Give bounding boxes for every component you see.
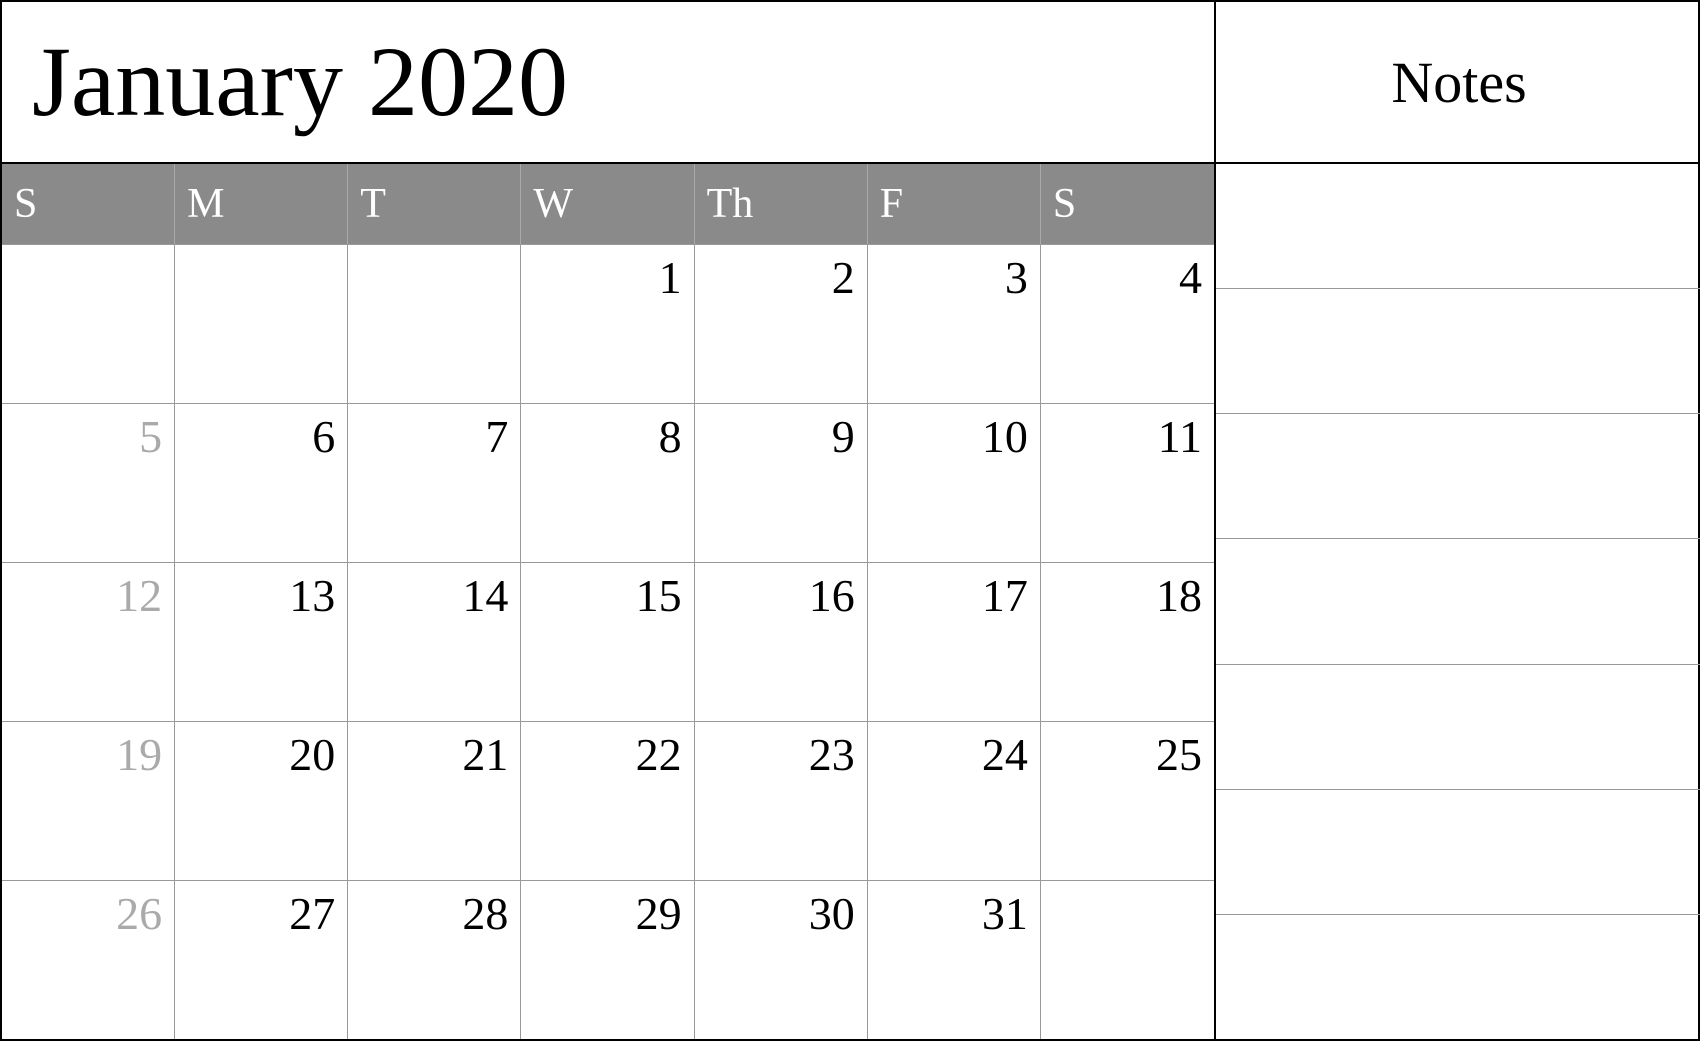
calendar-week-3: 12 13 14 15 16 17 18: [2, 562, 1214, 721]
day-number: 25: [1156, 730, 1202, 781]
day-number: 16: [809, 571, 855, 622]
calendar-day: 10: [868, 404, 1041, 562]
day-number: 3: [1005, 253, 1028, 304]
day-number: 15: [636, 571, 682, 622]
day-header-saturday: S: [1041, 164, 1214, 244]
day-header-monday: M: [175, 164, 348, 244]
day-number: 18: [1156, 571, 1202, 622]
calendar-day: 13: [175, 563, 348, 721]
calendar-header: January 2020: [2, 2, 1214, 164]
calendar-title: January 2020: [32, 32, 568, 132]
calendar-day: 27: [175, 881, 348, 1039]
day-number: 12: [116, 571, 162, 622]
day-number: 28: [462, 889, 508, 940]
calendar-day: 14: [348, 563, 521, 721]
calendar-day: 15: [521, 563, 694, 721]
day-number: 29: [636, 889, 682, 940]
day-number: 27: [289, 889, 335, 940]
calendar-day: [175, 245, 348, 403]
notes-line-5: [1216, 664, 1700, 789]
day-number: 4: [1179, 253, 1202, 304]
calendar-day: 5: [2, 404, 175, 562]
day-number: 20: [289, 730, 335, 781]
day-number: 23: [809, 730, 855, 781]
day-number: 13: [289, 571, 335, 622]
day-header-friday: F: [868, 164, 1041, 244]
notes-line-4: [1216, 538, 1700, 663]
calendar-day: 1: [521, 245, 694, 403]
notes-line-2: [1216, 288, 1700, 413]
day-number: 19: [116, 730, 162, 781]
calendar-day: 21: [348, 722, 521, 880]
calendar-week-1: 1 2 3 4: [2, 244, 1214, 403]
calendar-day: 25: [1041, 722, 1214, 880]
notes-line-3: [1216, 413, 1700, 538]
day-number: 14: [462, 571, 508, 622]
day-number: 5: [139, 412, 162, 463]
day-header-tuesday: T: [348, 164, 521, 244]
day-number: 1: [659, 253, 682, 304]
calendar-day: 20: [175, 722, 348, 880]
day-header-wednesday: W: [521, 164, 694, 244]
days-header: SMTWThFS: [2, 164, 1214, 244]
calendar-day: 16: [695, 563, 868, 721]
calendar-week-4: 19 20 21 22 23 24 25: [2, 721, 1214, 880]
calendar-wrapper: January 2020 SMTWThFS 123456789101112131…: [0, 0, 1700, 1041]
calendar-day: 11: [1041, 404, 1214, 562]
calendar-day: 31: [868, 881, 1041, 1039]
day-number: 7: [485, 412, 508, 463]
calendar-day: 28: [348, 881, 521, 1039]
day-number: 11: [1158, 412, 1202, 463]
calendar-day: 22: [521, 722, 694, 880]
day-number: 17: [982, 571, 1028, 622]
calendar-day: 26: [2, 881, 175, 1039]
calendar-day: 2: [695, 245, 868, 403]
notes-header: Notes: [1216, 2, 1700, 164]
calendar-week-5: 26 27 28 29 30 31: [2, 880, 1214, 1039]
calendar-day: 3: [868, 245, 1041, 403]
calendar-day: 30: [695, 881, 868, 1039]
calendar-day: 6: [175, 404, 348, 562]
calendar-day: 7: [348, 404, 521, 562]
calendar-week-2: 5 6 7 8 9 10 11: [2, 403, 1214, 562]
notes-line-6: [1216, 789, 1700, 914]
day-number: 31: [982, 889, 1028, 940]
notes-line-7: [1216, 914, 1700, 1039]
day-number: 30: [809, 889, 855, 940]
day-number: 21: [462, 730, 508, 781]
day-number: 6: [312, 412, 335, 463]
calendar-day: [1041, 881, 1214, 1039]
calendar-day: 19: [2, 722, 175, 880]
calendar-day: 18: [1041, 563, 1214, 721]
day-number: 24: [982, 730, 1028, 781]
calendar-day: 4: [1041, 245, 1214, 403]
day-number: 8: [659, 412, 682, 463]
calendar-day: 8: [521, 404, 694, 562]
calendar-day: 23: [695, 722, 868, 880]
calendar-day: 9: [695, 404, 868, 562]
calendar-day: [2, 245, 175, 403]
day-header-sunday: S: [2, 164, 175, 244]
day-header-thursday: Th: [695, 164, 868, 244]
day-number: 26: [116, 889, 162, 940]
day-number: 10: [982, 412, 1028, 463]
calendar-grid: 1234567891011121314151617181920212223242…: [2, 244, 1214, 1039]
notes-lines: [1216, 164, 1700, 1039]
notes-line-1: [1216, 164, 1700, 288]
calendar-day: 17: [868, 563, 1041, 721]
calendar-day: 12: [2, 563, 175, 721]
day-number: 9: [832, 412, 855, 463]
notes-label: Notes: [1391, 49, 1526, 116]
calendar-day: 24: [868, 722, 1041, 880]
notes-panel: Notes: [1216, 2, 1700, 1039]
calendar-day: 29: [521, 881, 694, 1039]
calendar-day: [348, 245, 521, 403]
calendar-main: January 2020 SMTWThFS 123456789101112131…: [2, 2, 1216, 1039]
day-number: 22: [636, 730, 682, 781]
day-number: 2: [832, 253, 855, 304]
